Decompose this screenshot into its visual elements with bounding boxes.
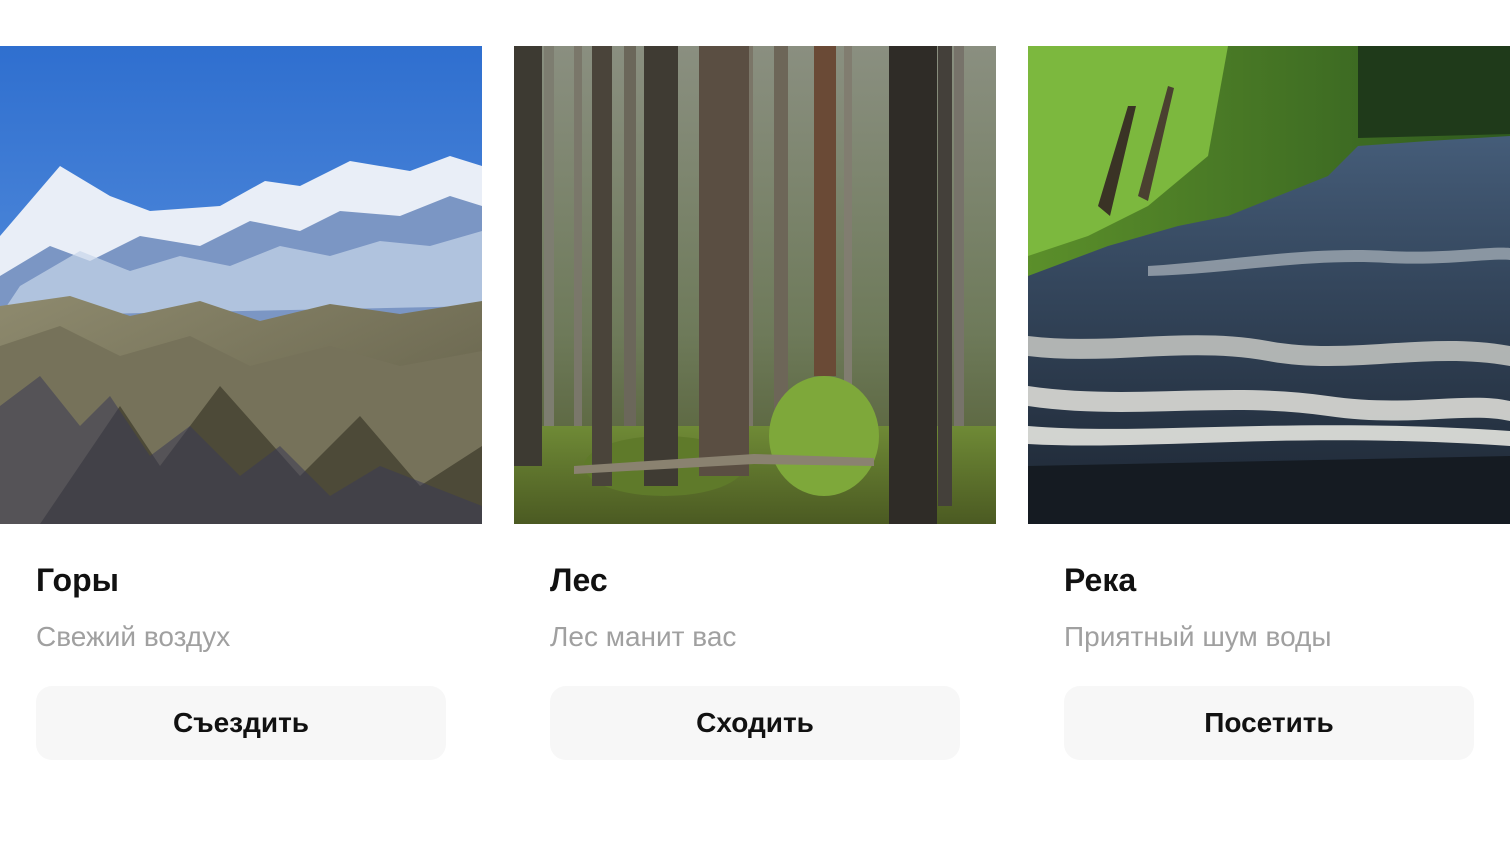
- card-mountains: Горы Свежий воздух Съездить: [0, 46, 482, 766]
- card-subtitle: Лес манит вас: [550, 621, 737, 652]
- card-title: Река: [1064, 562, 1137, 598]
- mountains-photo: [0, 46, 482, 524]
- river-image: [1028, 46, 1510, 524]
- forest-image: [514, 46, 996, 524]
- card-subtitle: Свежий воздух: [36, 621, 231, 652]
- go-river-button[interactable]: Посетить: [1064, 686, 1474, 760]
- go-forest-button[interactable]: Сходить: [550, 686, 960, 760]
- mountains-image: [0, 46, 482, 524]
- card-title: Лес: [550, 562, 608, 598]
- card-title: Горы: [36, 562, 119, 598]
- go-mountains-button[interactable]: Съездить: [36, 686, 446, 760]
- card-river: Река Приятный шум воды Посетить: [1028, 46, 1510, 766]
- river-photo: [1028, 46, 1510, 524]
- card-forest: Лес Лес манит вас Сходить: [514, 46, 996, 766]
- card-list: Горы Свежий воздух Съездить Лес Лес мани…: [0, 46, 1510, 766]
- card-subtitle: Приятный шум воды: [1064, 621, 1332, 652]
- forest-photo: [514, 46, 996, 524]
